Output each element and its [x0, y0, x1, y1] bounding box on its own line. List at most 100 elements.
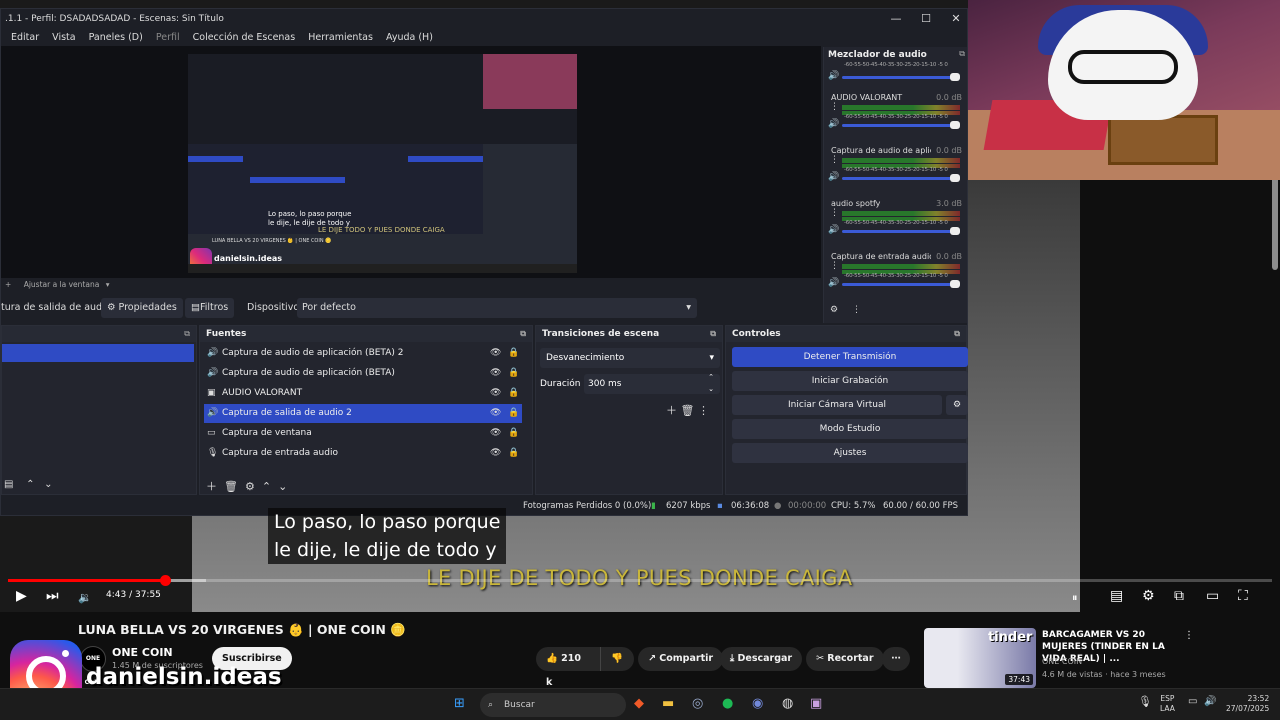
filter-icon[interactable]: ▤	[4, 479, 13, 490]
settings-gear-icon[interactable]: ⚙	[1142, 588, 1155, 604]
menu-herramientas[interactable]: Herramientas	[308, 29, 373, 46]
obs-preview[interactable]: Lo paso, lo paso porque le dije, le dije…	[1, 46, 821, 278]
volume-knob[interactable]	[950, 174, 960, 182]
source-item[interactable]: ▣ AUDIO VALORANT 👁 🔒	[204, 384, 522, 403]
play-icon[interactable]: ▶	[16, 588, 27, 604]
transition-select[interactable]: Desvanecimiento ▾	[540, 348, 720, 368]
progress-bar[interactable]	[8, 579, 1272, 582]
volume-knob[interactable]	[950, 73, 960, 81]
menu-vista[interactable]: Vista	[52, 29, 75, 46]
source-item-selected[interactable]: 🔊 Captura de salida de audio 2 👁 🔒	[204, 404, 522, 423]
zoom-label[interactable]: Ajustar a la ventana	[24, 280, 100, 289]
chevron-down-icon[interactable]: ⌄	[278, 480, 287, 493]
volume-knob[interactable]	[950, 280, 960, 288]
recommendation-channel[interactable]: ONE COIN	[1042, 657, 1082, 666]
gear-icon[interactable]: ⚙	[245, 480, 255, 493]
folder-icon[interactable]: ▬	[662, 696, 674, 711]
properties-button[interactable]: ⚙ Propiedades	[101, 298, 183, 318]
trash-icon[interactable]: 🗑	[681, 404, 695, 417]
menu-perfil[interactable]: Perfil	[156, 29, 180, 46]
eye-icon[interactable]: 👁	[490, 444, 501, 463]
menu-coleccion[interactable]: Colección de Escenas	[193, 29, 296, 46]
clip-button[interactable]: ✂ Recortar	[806, 647, 884, 671]
share-button[interactable]: ↗ Compartir	[638, 647, 724, 671]
autoplay-toggle-icon[interactable]: ⏸	[1072, 591, 1078, 605]
language-indicator[interactable]: ESP LAA	[1160, 694, 1175, 714]
eye-icon[interactable]: 👁	[490, 424, 501, 443]
maximize-button[interactable]: ☐	[911, 9, 941, 29]
volume-icon[interactable]: 🔊	[1204, 697, 1216, 707]
volume-slider[interactable]	[842, 124, 960, 127]
theater-mode-icon[interactable]: ▭	[1206, 588, 1219, 604]
channel-name[interactable]: ONE COIN	[112, 646, 173, 659]
more-vertical-icon[interactable]: ⋮	[830, 156, 839, 165]
source-item[interactable]: 🔊 Captura de audio de aplicación (BETA) …	[204, 344, 522, 363]
scene-item-selected[interactable]	[2, 344, 194, 362]
start-virtual-camera-button[interactable]: Iniciar Cámara Virtual	[732, 395, 942, 415]
eye-icon[interactable]: 👁	[490, 404, 501, 423]
lock-icon[interactable]: 🔒	[508, 424, 519, 443]
dock-float-icon[interactable]: ⧉	[184, 326, 190, 342]
subtitles-icon[interactable]: ▤	[1110, 588, 1123, 604]
volume-knob[interactable]	[950, 121, 960, 129]
volume-icon[interactable]: 🔉	[78, 591, 92, 604]
source-item[interactable]: 🔊 Captura de audio de aplicación (BETA) …	[204, 364, 522, 383]
more-vertical-icon[interactable]: ⋮	[852, 305, 861, 315]
duration-input[interactable]: 300 ms ⌃ ⌄	[584, 371, 720, 395]
speaker-icon[interactable]: 🔊	[828, 278, 839, 288]
volume-slider[interactable]	[842, 76, 960, 79]
taskbar-search[interactable]: ⌕ Buscar	[480, 693, 626, 717]
start-recording-button[interactable]: Iniciar Grabación	[732, 371, 968, 391]
menu-paneles[interactable]: Paneles (D)	[89, 29, 143, 46]
lock-icon[interactable]: 🔒	[508, 344, 519, 363]
dock-float-icon[interactable]: ⧉	[710, 326, 716, 342]
dock-float-icon[interactable]: ⧉	[959, 49, 965, 59]
fullscreen-icon[interactable]: ⛶	[1238, 588, 1248, 604]
microphone-icon[interactable]: 🎙	[1138, 696, 1152, 707]
more-vertical-icon[interactable]: ⋮	[1184, 630, 1194, 641]
close-button[interactable]: ✕	[941, 9, 971, 29]
spotify-icon[interactable]: ●	[722, 696, 733, 711]
speaker-icon[interactable]: 🔊	[828, 119, 839, 129]
stepper-icon[interactable]: ⌃ ⌄	[708, 371, 714, 395]
download-button[interactable]: ⤓ Descargar	[720, 647, 803, 671]
next-icon[interactable]: ⏭	[46, 588, 59, 604]
clock[interactable]: 23:52 27/07/2025	[1226, 694, 1269, 714]
device-select[interactable]: Por defecto ▾	[297, 298, 697, 318]
virtual-camera-settings-button[interactable]: ⚙	[946, 395, 968, 415]
volume-knob[interactable]	[950, 227, 960, 235]
menu-ayuda[interactable]: Ayuda (H)	[386, 29, 433, 46]
more-vertical-icon[interactable]: ⋮	[830, 262, 839, 271]
filters-button[interactable]: ▤Filtros	[185, 298, 235, 318]
eye-icon[interactable]: 👁	[490, 344, 501, 363]
chevron-up-icon[interactable]: ⌃	[262, 480, 271, 493]
add-icon[interactable]: ＋	[206, 480, 217, 493]
add-icon[interactable]: ＋	[666, 404, 677, 417]
lock-icon[interactable]: 🔒	[508, 404, 519, 423]
more-vertical-icon[interactable]: ⋮	[830, 103, 839, 112]
source-item[interactable]: 🎙 Captura de entrada audio 👁 🔒	[204, 444, 522, 463]
more-vertical-icon[interactable]: ⋮	[698, 404, 709, 417]
studio-mode-button[interactable]: Modo Estudio	[732, 419, 968, 439]
lock-icon[interactable]: 🔒	[508, 364, 519, 383]
volume-slider[interactable]	[842, 177, 960, 180]
progress-scrubber[interactable]	[160, 575, 171, 586]
mixer-settings-icon[interactable]: ⚙	[830, 305, 838, 315]
like-button[interactable]: 👍 210 k	[536, 647, 600, 688]
brave-icon[interactable]: ◆	[634, 696, 644, 711]
speaker-icon[interactable]: 🔊	[828, 71, 839, 81]
steam-icon[interactable]: ◎	[692, 696, 703, 711]
speaker-icon[interactable]: 🔊	[828, 172, 839, 182]
volume-slider[interactable]	[842, 283, 960, 286]
network-icon[interactable]: ▭	[1188, 697, 1197, 707]
minimize-button[interactable]: —	[881, 9, 911, 29]
more-actions-button[interactable]: ⋯	[882, 647, 910, 671]
obs-icon[interactable]: ◍	[782, 696, 793, 711]
settings-button[interactable]: Ajustes	[732, 443, 968, 463]
eye-icon[interactable]: 👁	[490, 384, 501, 403]
source-item[interactable]: ▭ Captura de ventana 👁 🔒	[204, 424, 522, 443]
more-vertical-icon[interactable]: ⋮	[830, 209, 839, 218]
dock-float-icon[interactable]: ⧉	[520, 326, 526, 342]
menu-editar[interactable]: Editar	[11, 29, 39, 46]
eye-icon[interactable]: 👁	[490, 364, 501, 383]
